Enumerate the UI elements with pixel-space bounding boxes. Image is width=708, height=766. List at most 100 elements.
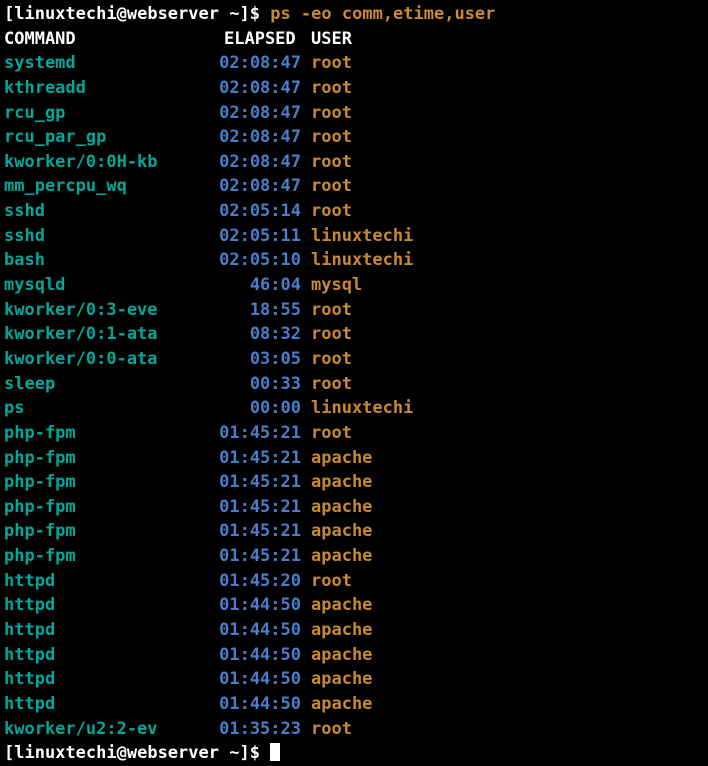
process-elapsed: 01:45:21 <box>214 470 311 495</box>
process-user: root <box>311 372 413 397</box>
table-row: bash02:05:10linuxtechi <box>4 248 413 273</box>
process-user: root <box>311 125 413 150</box>
table-row: sleep00:33root <box>4 372 413 397</box>
process-command: sshd <box>4 224 214 249</box>
command-text: ps -eo comm,etime,user <box>270 4 495 24</box>
table-row: httpd01:45:20root <box>4 569 413 594</box>
table-row: httpd01:44:50apache <box>4 643 413 668</box>
table-row: sshd02:05:14root <box>4 199 413 224</box>
process-command: kthreadd <box>4 76 214 101</box>
process-elapsed: 02:08:47 <box>214 76 311 101</box>
process-user: root <box>311 298 413 323</box>
process-elapsed: 18:55 <box>214 298 311 323</box>
process-command: kworker/0:0-ata <box>4 347 214 372</box>
process-command: kworker/0:0H-kb <box>4 150 214 175</box>
prompt-line-1: [linuxtechi@webserver ~]$ ps -eo comm,et… <box>4 2 704 27</box>
process-elapsed: 02:08:47 <box>214 150 311 175</box>
table-row: rcu_par_gp02:08:47root <box>4 125 413 150</box>
process-user: apache <box>311 692 413 717</box>
table-row: kworker/0:1-ata08:32root <box>4 322 413 347</box>
table-row: kworker/0:3-eve18:55root <box>4 298 413 323</box>
process-user: apache <box>311 495 413 520</box>
process-command: httpd <box>4 593 214 618</box>
process-command: php-fpm <box>4 470 214 495</box>
process-command: httpd <box>4 692 214 717</box>
table-row: php-fpm01:45:21apache <box>4 544 413 569</box>
process-command: php-fpm <box>4 495 214 520</box>
process-elapsed: 01:45:21 <box>214 495 311 520</box>
process-user: root <box>311 717 413 742</box>
table-row: mm_percpu_wq02:08:47root <box>4 174 413 199</box>
process-command: php-fpm <box>4 421 214 446</box>
table-row: kthreadd02:08:47root <box>4 76 413 101</box>
process-elapsed: 02:08:47 <box>214 51 311 76</box>
process-user: root <box>311 101 413 126</box>
process-user: linuxtechi <box>311 224 413 249</box>
table-row: mysqld46:04mysql <box>4 273 413 298</box>
process-elapsed: 46:04 <box>214 273 311 298</box>
process-elapsed: 01:44:50 <box>214 618 311 643</box>
process-command: mm_percpu_wq <box>4 174 214 199</box>
table-row: ps00:00linuxtechi <box>4 396 413 421</box>
prompt-line-2[interactable]: [linuxtechi@webserver ~]$ <box>4 741 704 766</box>
table-row: httpd01:44:50apache <box>4 593 413 618</box>
process-elapsed: 03:05 <box>214 347 311 372</box>
process-user: apache <box>311 544 413 569</box>
process-elapsed: 01:44:50 <box>214 593 311 618</box>
process-user: apache <box>311 643 413 668</box>
cursor[interactable] <box>270 743 280 761</box>
process-command: php-fpm <box>4 446 214 471</box>
process-user: root <box>311 199 413 224</box>
process-command: kworker/0:3-eve <box>4 298 214 323</box>
table-row: sshd02:05:11linuxtechi <box>4 224 413 249</box>
process-user: apache <box>311 593 413 618</box>
table-row: php-fpm01:45:21root <box>4 421 413 446</box>
process-command: kworker/0:1-ata <box>4 322 214 347</box>
process-elapsed: 01:45:21 <box>214 519 311 544</box>
prompt-user: linuxtechi <box>14 4 116 24</box>
process-user: root <box>311 569 413 594</box>
process-command: systemd <box>4 51 214 76</box>
table-row: kworker/0:0-ata03:05root <box>4 347 413 372</box>
header-command: COMMAND <box>4 27 214 52</box>
process-user: apache <box>311 519 413 544</box>
process-command: sleep <box>4 372 214 397</box>
table-row: kworker/0:0H-kb02:08:47root <box>4 150 413 175</box>
process-command: ps <box>4 396 214 421</box>
process-elapsed: 02:05:14 <box>214 199 311 224</box>
process-command: mysqld <box>4 273 214 298</box>
header-user: USER <box>311 27 413 52</box>
process-elapsed: 00:00 <box>214 396 311 421</box>
process-user: root <box>311 51 413 76</box>
process-elapsed: 01:35:23 <box>214 717 311 742</box>
process-table: COMMAND ELAPSED USER systemd02:08:47root… <box>4 27 413 742</box>
process-elapsed: 02:05:10 <box>214 248 311 273</box>
table-row: kworker/u2:2-ev01:35:23root <box>4 717 413 742</box>
process-elapsed: 02:08:47 <box>214 174 311 199</box>
process-elapsed: 02:08:47 <box>214 101 311 126</box>
table-row: systemd02:08:47root <box>4 51 413 76</box>
process-elapsed: 01:44:50 <box>214 667 311 692</box>
table-row: php-fpm01:45:21apache <box>4 519 413 544</box>
process-command: php-fpm <box>4 519 214 544</box>
process-elapsed: 02:08:47 <box>214 125 311 150</box>
process-user: root <box>311 174 413 199</box>
process-user: linuxtechi <box>311 248 413 273</box>
table-row: rcu_gp02:08:47root <box>4 101 413 126</box>
prompt-path: ~ <box>229 4 239 24</box>
table-header-row: COMMAND ELAPSED USER <box>4 27 413 52</box>
process-elapsed: 01:45:21 <box>214 421 311 446</box>
table-row: httpd01:44:50apache <box>4 667 413 692</box>
process-user: mysql <box>311 273 413 298</box>
process-user: root <box>311 347 413 372</box>
process-user: root <box>311 76 413 101</box>
process-user: linuxtechi <box>311 396 413 421</box>
table-row: httpd01:44:50apache <box>4 618 413 643</box>
process-elapsed: 00:33 <box>214 372 311 397</box>
process-elapsed: 01:45:21 <box>214 544 311 569</box>
process-command: php-fpm <box>4 544 214 569</box>
table-row: php-fpm01:45:21apache <box>4 495 413 520</box>
process-command: httpd <box>4 667 214 692</box>
process-user: apache <box>311 446 413 471</box>
process-command: sshd <box>4 199 214 224</box>
